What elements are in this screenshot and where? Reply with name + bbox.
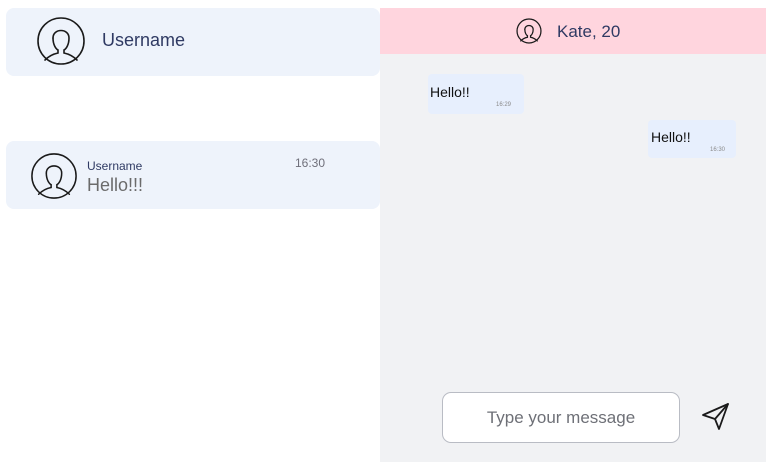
message-time: 16:29 bbox=[496, 102, 512, 108]
send-icon bbox=[697, 398, 733, 434]
profile-card[interactable]: Username bbox=[6, 8, 380, 76]
chat-list-item[interactable]: Username Hello!!! 16:30 bbox=[6, 141, 380, 209]
chat-header-title: Kate, 20 bbox=[557, 22, 621, 41]
message-text: Hello!! bbox=[651, 129, 691, 145]
profile-username: Username bbox=[102, 30, 186, 50]
message-time: 16:30 bbox=[710, 147, 726, 153]
user-avatar-icon bbox=[516, 18, 542, 44]
message-bubble-incoming: Hello!! 16:29 bbox=[428, 74, 524, 114]
chat-item-name: Username bbox=[87, 159, 143, 173]
messenger-app: Username Username Hello!!! 16:30 Kate, 2… bbox=[0, 0, 766, 466]
message-bubble-outgoing: Hello!! 16:30 bbox=[648, 120, 736, 158]
user-avatar-icon bbox=[36, 16, 86, 66]
send-button[interactable] bbox=[697, 398, 733, 434]
message-text: Hello!! bbox=[430, 84, 470, 100]
chat-item-time: 16:30 bbox=[295, 156, 326, 170]
chat-header: Kate, 20 bbox=[380, 8, 766, 54]
user-avatar-icon bbox=[30, 152, 78, 200]
message-input[interactable] bbox=[442, 392, 680, 443]
chat-item-preview: Hello!!! bbox=[87, 175, 144, 195]
